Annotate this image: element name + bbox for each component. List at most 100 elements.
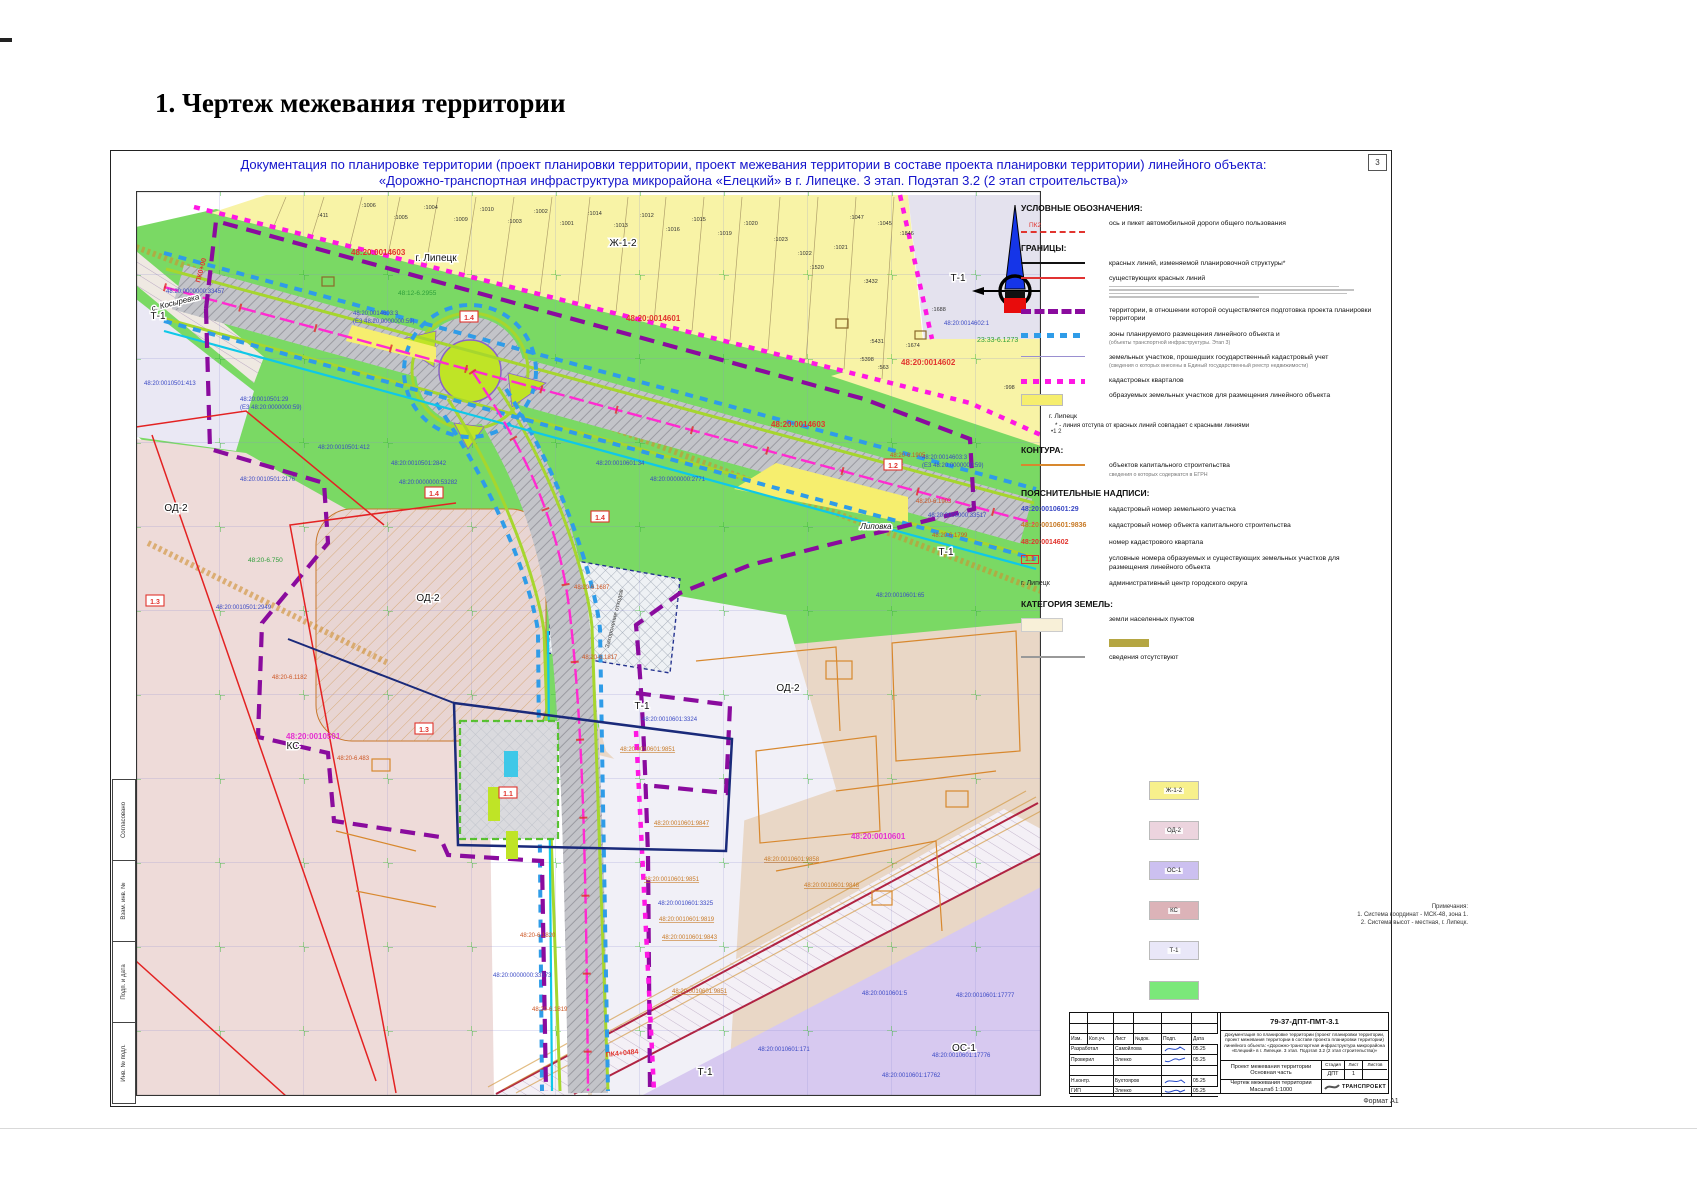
map-label: :1015: [692, 217, 706, 223]
map-label: :1020: [744, 221, 758, 227]
map-label: :1006: [362, 203, 376, 209]
zone-swatch-label: Ж-1-2: [1164, 788, 1184, 794]
map-label: 48:20:0010601:9851: [644, 877, 700, 883]
map-label: Т-1: [939, 547, 954, 558]
header-line2: «Дорожно-транспортная инфраструктура мик…: [136, 173, 1371, 189]
map-label: 48:20:0014603: [351, 248, 406, 257]
map-label: 48:20:0010501:2949: [216, 605, 272, 611]
map-label: :1674: [906, 343, 920, 349]
point-samples: •1 2: [1051, 429, 1373, 435]
map-label: 48:20-6.1819: [532, 1007, 568, 1013]
company-logo: ТРАНСПРОЕКТ: [1322, 1080, 1388, 1093]
map-label: 48:20:0010501:29: [240, 397, 289, 403]
signature: [1165, 1080, 1185, 1083]
project-title-cell: Проект межевания территории Основная час…: [1221, 1061, 1322, 1079]
map-label: :1047: [850, 215, 864, 221]
map-label: :998: [1004, 385, 1015, 391]
format-label: Формат А1: [1331, 1098, 1431, 1105]
map-label: 48:20-6.1799: [932, 533, 968, 539]
annotation-sample: 1.1: [1021, 555, 1039, 564]
annotation-sample: 48:20:0010601:9836: [1021, 522, 1109, 529]
legend-row-cadastre: земельных участков, прошедших государств…: [1021, 354, 1373, 370]
map-label: 48:20:0010601:9819: [659, 917, 715, 923]
map-label: 48:20:0010601:9843: [662, 935, 718, 941]
annotation-row: 48:20:0010601:29 кадастровый номер земел…: [1021, 506, 1373, 514]
divider: [0, 1128, 1697, 1129]
map-label: 48:20:0014601: [626, 314, 681, 323]
map-label: 48:20:0010601:9851: [672, 989, 728, 995]
map-label: (ЕЗ 48:20:0000000:59): [240, 405, 302, 411]
map-label: 48:20:0014602:1: [944, 321, 990, 327]
parcel-number: 1.1: [503, 791, 513, 798]
strip-soglasovano: Согласовано: [112, 779, 136, 861]
notes-title: Примечания:: [1186, 903, 1468, 911]
note-line: 1. Система координат - МСК-48, зона 1.: [1186, 911, 1468, 919]
map-label: :1005: [394, 215, 408, 221]
map-label: 48:20:0010601:17777: [956, 993, 1015, 999]
map-label: 48:20:0010601:9848: [804, 883, 860, 889]
map-label: :1520: [810, 265, 824, 271]
legend-row-linear-zone: зоны планируемого размещения линейного о…: [1021, 331, 1373, 347]
note-line: 2. Система высот - местная, г. Липецк.: [1186, 919, 1468, 927]
map-label: 48:20:0010601:65: [876, 593, 925, 599]
map-label: :1009: [454, 217, 468, 223]
map-label: :1003: [508, 219, 522, 225]
map-label: :5431: [870, 339, 884, 345]
map-label: 48:20:0010601:17762: [882, 1073, 941, 1079]
map-label: 48:20-6.750: [248, 557, 283, 564]
strip-podp: Подп. и дата: [112, 942, 136, 1023]
title-block-right: 79-37-ДПТ-ПМТ-3.1 Документация по планир…: [1221, 1013, 1388, 1093]
legend-text: кадастровых кварталов: [1109, 377, 1184, 385]
map-label: 48:20-6.1903: [916, 499, 952, 505]
legend-text: зоны планируемого размещения линейного о…: [1109, 331, 1280, 339]
legend-row-quarters: кадастровых кварталов: [1021, 377, 1373, 385]
legend-text: красных линий, изменяемой планировочной …: [1109, 260, 1285, 268]
map-label: 48:20:0010501:413: [144, 381, 196, 387]
map-label: 48:20:0014602: [901, 358, 956, 367]
legend-row-formed: образуемых земельных участков для размещ…: [1021, 392, 1373, 406]
map-label: :1688: [932, 307, 946, 313]
map-label: Т-1: [951, 273, 966, 284]
signature: [1165, 1090, 1185, 1092]
map-label: (ЕЗ 48:20:0000000:59): [922, 463, 984, 469]
zone-swatch: ОС-1: [1149, 861, 1199, 880]
map-label: 48:20:0010601:9858: [764, 857, 820, 863]
map-label: :1013: [614, 223, 628, 229]
map-label: :1014: [588, 211, 602, 217]
map-label: :1023: [774, 237, 788, 243]
map-label: ОД-2: [416, 593, 440, 604]
annotation-sample: г. Липецк: [1021, 580, 1109, 587]
pk-sample: ПК2: [1029, 222, 1109, 229]
document-number: 79-37-ДПТ-ПМТ-3.1: [1221, 1013, 1388, 1031]
map-label: 48:20:0000000:33517: [928, 513, 987, 519]
legend: УСЛОВНЫЕ ОБОЗНАЧЕНИЯ: ПК2 ось и пикет ав…: [1021, 193, 1373, 669]
annotation-sample: 48:20:0014602: [1021, 539, 1109, 546]
map-label: 48:20:0000000:2771: [650, 477, 706, 483]
title-block-left: Изм.Кол.уч. Лист№док. Подп.Дата Разработ…: [1070, 1013, 1221, 1093]
annotation-row: 1.1 условные номера образуемых и существ…: [1021, 555, 1373, 572]
corner-tick: [0, 38, 12, 42]
zone-swatch-label: Т-1: [1168, 948, 1181, 954]
legend-row-redline-new: красных линий, изменяемой планировочной …: [1021, 260, 1373, 268]
map-label: :411: [318, 213, 328, 219]
map-label: 48:20:0010601:34: [596, 461, 645, 467]
legend-text: земельных участков, прошедших государств…: [1109, 354, 1328, 362]
legend-annotations-title: ПОЯСНИТЕЛЬНЫЕ НАДПИСИ:: [1021, 488, 1373, 498]
map-label: 48:20:0010501:412: [318, 445, 370, 451]
olive-swatch: [1109, 639, 1149, 647]
annotation-row: 48:20:0010601:9836 кадастровый номер объ…: [1021, 522, 1373, 530]
map-label: Ж-1-2: [609, 238, 636, 249]
sheet-title-cell: Чертеж межевания территории Масштаб 1:10…: [1221, 1080, 1322, 1093]
legend-text: объектов капитального строительства: [1109, 462, 1230, 470]
map-label: 48:20:0010601: [851, 832, 906, 841]
header-line1: Документация по планировке территории (п…: [136, 157, 1371, 173]
map-label: Липовка: [859, 522, 892, 531]
legend-row-nodata: сведения отсутствуют: [1021, 654, 1373, 662]
zone-swatch: Т-1: [1149, 941, 1199, 960]
map-label: 48:20:0010601:171: [758, 1047, 810, 1053]
map-label: :5398: [860, 357, 874, 363]
zone-swatch-list: Ж-1-2ОД-2ОС-1КСТ-1: [1149, 781, 1209, 1021]
legend-row-redline-exist: существующих красных линий: [1021, 275, 1373, 299]
map-label: 48:20:0010601:9847: [654, 821, 710, 827]
map-label: :1004: [424, 205, 438, 211]
